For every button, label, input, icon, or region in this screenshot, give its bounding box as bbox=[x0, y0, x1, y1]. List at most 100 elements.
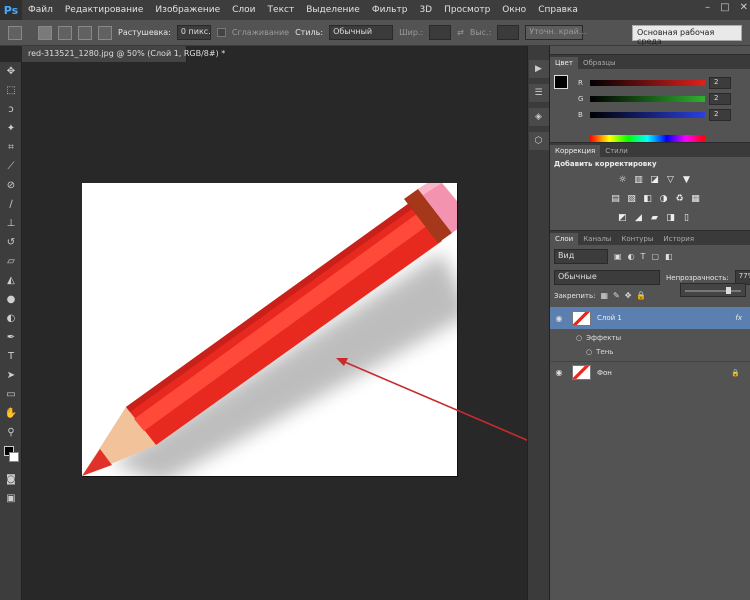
brush-tool-icon[interactable]: ∕ bbox=[0, 195, 22, 214]
fx-icon[interactable]: fx bbox=[735, 314, 742, 322]
subtract-selection-icon[interactable] bbox=[78, 25, 92, 40]
crop-tool-icon[interactable]: ⌗ bbox=[0, 138, 22, 157]
add-selection-icon[interactable] bbox=[58, 25, 72, 40]
filter-pixel-icon[interactable]: ▣ bbox=[614, 252, 622, 261]
exposure-icon[interactable]: ▽ bbox=[664, 173, 677, 186]
filter-smart-icon[interactable]: ◧ bbox=[665, 252, 673, 261]
hue-saturation-icon[interactable]: ▤ bbox=[609, 192, 622, 205]
lock-transparency-icon[interactable]: ▦ bbox=[600, 291, 608, 300]
channel-r-value[interactable]: 2 bbox=[709, 77, 731, 89]
document-canvas[interactable] bbox=[82, 177, 472, 483]
filter-type-icon[interactable]: T bbox=[641, 252, 646, 261]
dodge-tool-icon[interactable]: ◐ bbox=[0, 309, 22, 328]
lock-all-icon[interactable]: 🔒 bbox=[636, 291, 646, 300]
black-white-icon[interactable]: ◧ bbox=[641, 192, 654, 205]
antialias-checkbox[interactable] bbox=[216, 28, 226, 37]
tab-channels[interactable]: Каналы bbox=[578, 233, 616, 245]
type-tool-icon[interactable]: T bbox=[0, 347, 22, 366]
vibrance-icon[interactable]: ▼ bbox=[680, 173, 693, 186]
posterize-icon[interactable]: ◢ bbox=[632, 211, 645, 224]
document-tab[interactable]: red-313521_1280.jpg @ 50% (Слой 1, RGB/8… bbox=[22, 46, 225, 62]
lasso-tool-icon[interactable]: ↄ bbox=[0, 100, 22, 119]
channel-mixer-icon[interactable]: ♻ bbox=[673, 192, 686, 205]
eyedropper-tool-icon[interactable]: ⟋ bbox=[0, 157, 22, 176]
refine-edge-button[interactable]: Уточн. край... bbox=[525, 25, 586, 40]
lock-position-icon[interactable]: ✥ bbox=[625, 291, 632, 300]
blur-tool-icon[interactable]: ● bbox=[0, 290, 22, 309]
layer-row-selected[interactable]: ◉ Слой 1 fx bbox=[550, 307, 750, 329]
feather-input[interactable]: 0 пикс. bbox=[176, 25, 211, 40]
visibility-eye-icon[interactable]: ◉ bbox=[550, 368, 568, 377]
hand-tool-icon[interactable]: ✋ bbox=[0, 404, 22, 423]
layer-name[interactable]: Фон bbox=[597, 369, 612, 377]
layer-row-background[interactable]: ◉ Фон 🔒 bbox=[550, 361, 750, 383]
intersect-selection-icon[interactable] bbox=[98, 25, 112, 40]
history-panel-icon[interactable]: ▶ bbox=[528, 60, 549, 78]
menu-filter[interactable]: Фильтр bbox=[366, 0, 414, 20]
quick-select-tool-icon[interactable]: ✦ bbox=[0, 119, 22, 138]
tab-paths[interactable]: Контуры bbox=[616, 233, 658, 245]
marquee-tool-icon[interactable]: ⬚ bbox=[0, 81, 22, 100]
eraser-tool-icon[interactable]: ▱ bbox=[0, 252, 22, 271]
paint-bucket-icon[interactable]: ◭ bbox=[0, 271, 22, 290]
tab-styles[interactable]: Стили bbox=[600, 145, 633, 157]
workspace-select[interactable]: Основная рабочая среда bbox=[632, 25, 742, 46]
healing-brush-icon[interactable]: ⊘ bbox=[0, 176, 22, 195]
brightness-icon[interactable]: ☼ bbox=[616, 173, 629, 186]
menu-3d[interactable]: 3D bbox=[413, 0, 438, 20]
properties-panel-icon[interactable]: ☰ bbox=[528, 84, 549, 102]
layer-name[interactable]: Слой 1 bbox=[597, 314, 622, 322]
levels-icon[interactable]: ▥ bbox=[632, 173, 645, 186]
gradient-map-icon[interactable]: ◨ bbox=[664, 211, 677, 224]
shadow-eye-icon[interactable]: ○ bbox=[586, 348, 592, 356]
color-balance-icon[interactable]: ▧ bbox=[625, 192, 638, 205]
tab-color[interactable]: Цвет bbox=[550, 57, 578, 69]
pen-tool-icon[interactable]: ✒ bbox=[0, 328, 22, 347]
menu-file[interactable]: Файл bbox=[22, 0, 59, 20]
channel-b-slider[interactable] bbox=[590, 112, 705, 118]
drop-shadow-row[interactable]: ○ Тень bbox=[550, 345, 750, 358]
new-selection-icon[interactable] bbox=[38, 25, 52, 40]
tab-adjustments[interactable]: Коррекция bbox=[550, 145, 601, 157]
blend-mode-select[interactable]: Обычные bbox=[554, 270, 660, 285]
move-tool-icon[interactable]: ✥ bbox=[0, 62, 22, 81]
menu-image[interactable]: Изображение bbox=[149, 0, 226, 20]
invert-icon[interactable]: ◩ bbox=[616, 211, 629, 224]
info-panel-icon[interactable]: ◈ bbox=[528, 108, 549, 126]
minimize-button[interactable]: – bbox=[705, 2, 710, 13]
width-input[interactable] bbox=[429, 25, 452, 40]
lock-pixels-icon[interactable]: ✎ bbox=[613, 291, 620, 300]
effects-row[interactable]: ○ Эффекты bbox=[550, 331, 750, 344]
3d-panel-icon[interactable]: ⬡ bbox=[528, 132, 549, 150]
history-brush-icon[interactable]: ↺ bbox=[0, 233, 22, 252]
channel-b-value[interactable]: 2 bbox=[709, 109, 731, 121]
height-input[interactable] bbox=[497, 25, 520, 40]
tab-history[interactable]: История bbox=[658, 233, 699, 245]
clone-stamp-icon[interactable]: ⊥ bbox=[0, 214, 22, 233]
menu-edit[interactable]: Редактирование bbox=[59, 0, 150, 20]
opacity-slider-track[interactable] bbox=[685, 287, 741, 294]
curves-icon[interactable]: ◪ bbox=[648, 173, 661, 186]
style-select[interactable]: Обычный bbox=[329, 25, 394, 40]
screen-mode-icon[interactable]: ▣ bbox=[0, 489, 22, 508]
visibility-eye-icon[interactable]: ◉ bbox=[550, 314, 568, 323]
tab-layers[interactable]: Слои bbox=[550, 233, 579, 245]
photo-filter-icon[interactable]: ◑ bbox=[657, 192, 670, 205]
tab-swatches[interactable]: Образцы bbox=[578, 57, 621, 69]
menu-view[interactable]: Просмотр bbox=[438, 0, 496, 20]
marquee-preset-icon[interactable] bbox=[8, 25, 22, 40]
path-select-icon[interactable]: ➤ bbox=[0, 366, 22, 385]
layer-kind-select[interactable]: Вид bbox=[554, 249, 608, 264]
menu-help[interactable]: Справка bbox=[532, 0, 584, 20]
channel-g-slider[interactable] bbox=[590, 96, 705, 102]
threshold-icon[interactable]: ▰ bbox=[648, 211, 661, 224]
filter-adjust-icon[interactable]: ◐ bbox=[628, 252, 635, 261]
channel-r-slider[interactable] bbox=[590, 80, 705, 86]
filter-shape-icon[interactable]: ▢ bbox=[651, 252, 659, 261]
menu-select[interactable]: Выделение bbox=[300, 0, 366, 20]
menu-type[interactable]: Текст bbox=[262, 0, 301, 20]
zoom-tool-icon[interactable]: ⚲ bbox=[0, 423, 22, 442]
effects-eye-icon[interactable]: ○ bbox=[576, 334, 582, 342]
shape-tool-icon[interactable]: ▭ bbox=[0, 385, 22, 404]
color-lookup-icon[interactable]: ▦ bbox=[689, 192, 702, 205]
